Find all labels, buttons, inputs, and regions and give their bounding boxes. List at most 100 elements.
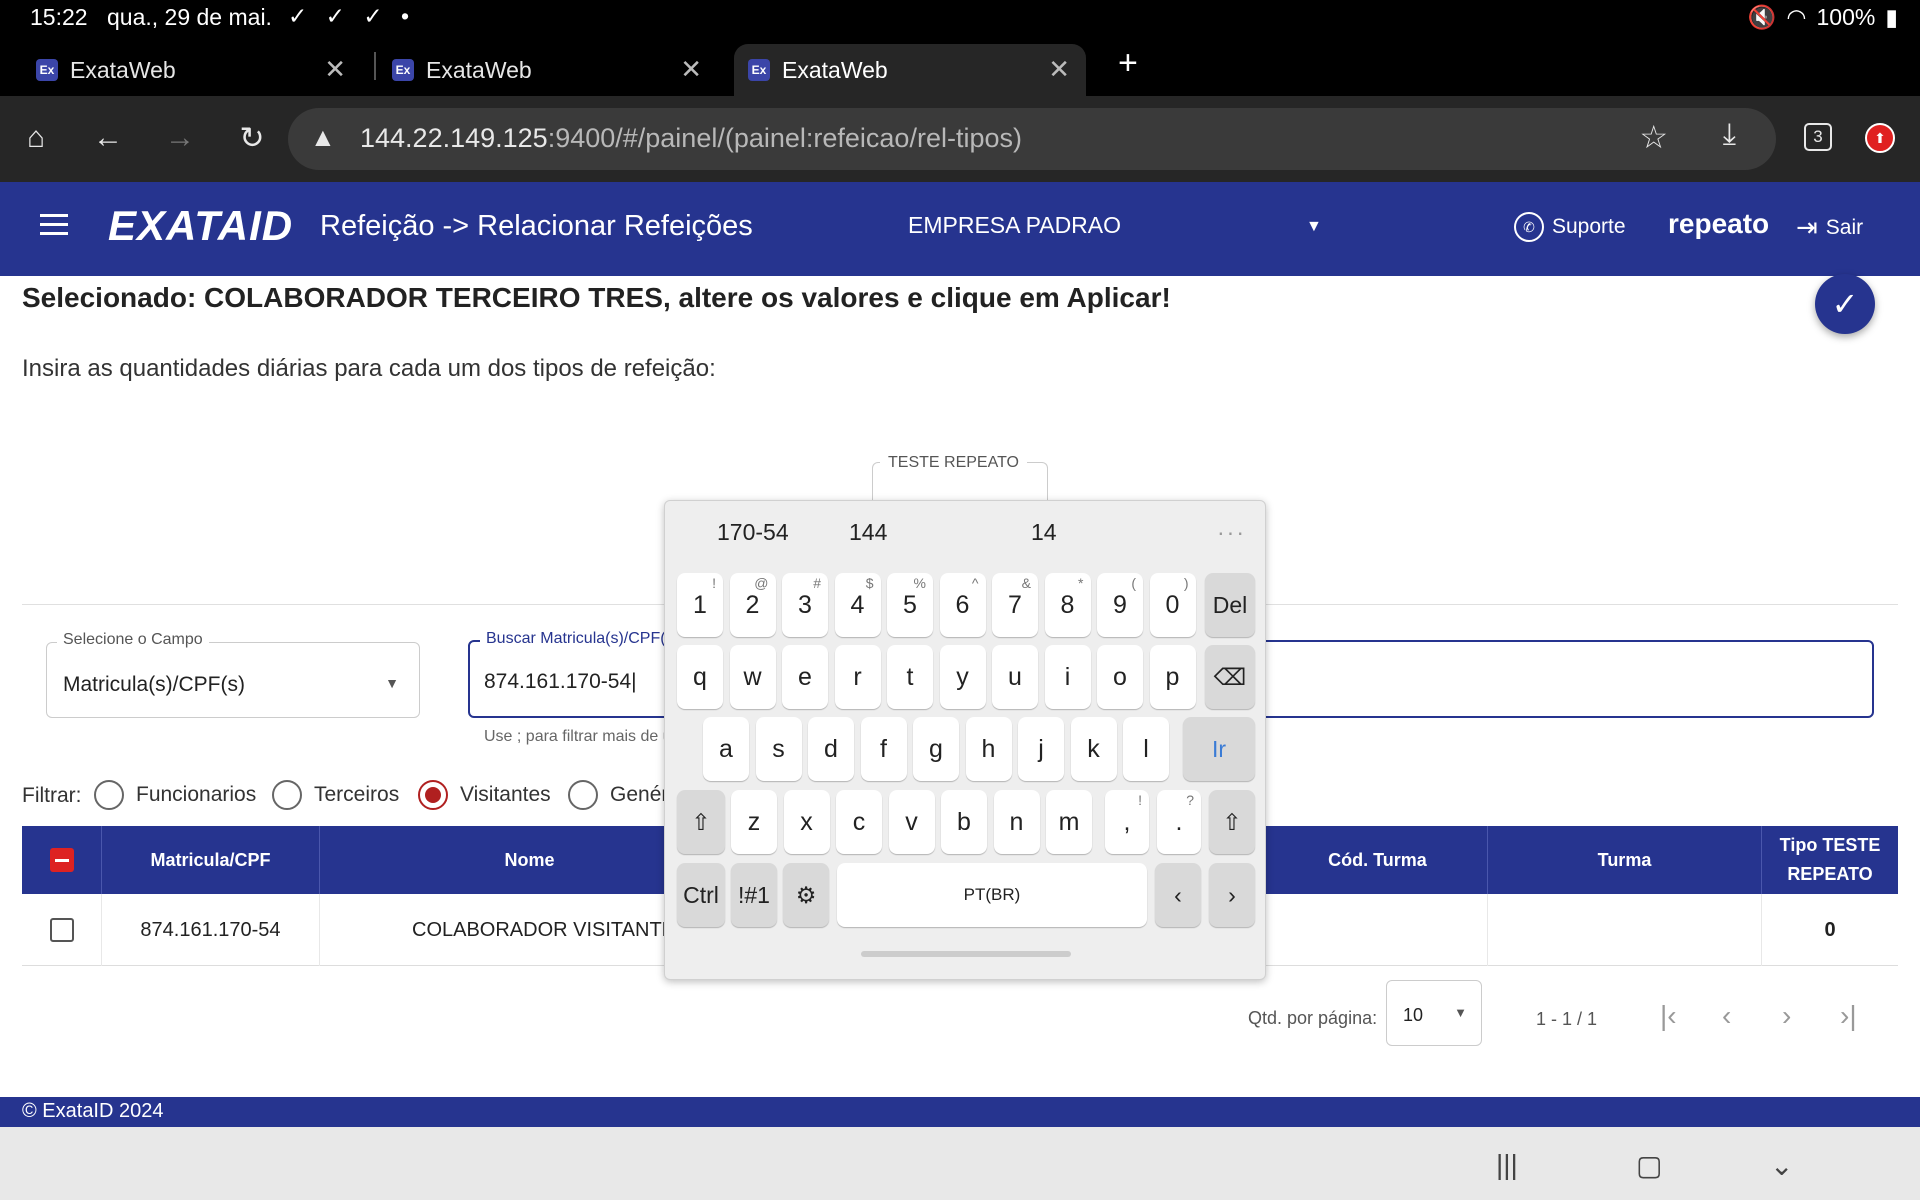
key-ctrl[interactable]: Ctrl: [677, 863, 725, 927]
browser-tab-3[interactable]: Ex ExataWeb ✕: [734, 44, 1086, 96]
key-9[interactable]: 9(: [1097, 573, 1143, 637]
key-x[interactable]: x: [783, 790, 830, 854]
key-i[interactable]: i: [1044, 645, 1091, 709]
radio-terceiros[interactable]: Terceiros: [272, 780, 399, 810]
key-comma[interactable]: ,!: [1105, 790, 1149, 854]
key-a[interactable]: a: [703, 717, 749, 781]
browser-tab-1[interactable]: Ex ExataWeb ✕: [22, 44, 362, 96]
shift-right-icon[interactable]: ⇧: [1209, 790, 1255, 854]
key-4[interactable]: 4 $: [834, 573, 881, 637]
last-page-icon[interactable]: ›|: [1840, 1000, 1857, 1032]
suggestion-1[interactable]: 170-54: [717, 519, 789, 546]
company-select[interactable]: EMPRESA PADRAO: [908, 212, 1121, 239]
select-all-checkbox[interactable]: [50, 848, 74, 872]
first-page-icon[interactable]: |‹: [1660, 1000, 1677, 1032]
browser-tab-2[interactable]: Ex ExataWeb ✕: [378, 44, 718, 96]
settings-icon[interactable]: ⚙: [783, 863, 829, 927]
key-y[interactable]: y: [939, 645, 986, 709]
next-page-icon[interactable]: ›: [1782, 1000, 1791, 1032]
key-b[interactable]: b: [941, 790, 987, 854]
key-z[interactable]: z: [731, 790, 777, 854]
key-3[interactable]: 3 #: [782, 573, 828, 637]
arrow-left-icon[interactable]: ‹: [1155, 863, 1201, 927]
apply-button[interactable]: ✓: [1815, 274, 1875, 334]
suggestion-3[interactable]: 14: [1031, 519, 1057, 546]
radio-visitantes[interactable]: Visitantes: [418, 780, 551, 810]
key-period[interactable]: .?: [1157, 790, 1201, 854]
recents-icon[interactable]: |||: [1496, 1149, 1518, 1181]
home-nav-icon[interactable]: ▢: [1636, 1149, 1662, 1182]
row-checkbox[interactable]: [50, 918, 74, 942]
key-1-label: 1: [693, 590, 707, 619]
menu-icon[interactable]: [40, 214, 68, 241]
key-l[interactable]: l: [1123, 717, 1169, 781]
key-t[interactable]: t: [887, 645, 933, 709]
header-turma[interactable]: Turma: [1488, 826, 1762, 894]
reload-icon[interactable]: ↻: [230, 116, 274, 160]
back-nav-icon[interactable]: ⌄: [1770, 1149, 1793, 1182]
key-h[interactable]: h: [965, 717, 1012, 781]
key-f[interactable]: f: [860, 717, 907, 781]
key-space[interactable]: PT(BR): [837, 863, 1147, 927]
key-s[interactable]: s: [755, 717, 802, 781]
radio-label: Genér: [610, 783, 669, 806]
close-icon[interactable]: ✕: [1048, 54, 1070, 85]
home-icon[interactable]: ⌂: [14, 116, 58, 160]
key-7[interactable]: 7 &: [992, 573, 1038, 637]
key-symbols[interactable]: !#1: [731, 863, 777, 927]
key-j[interactable]: j: [1018, 717, 1064, 781]
key-q[interactable]: q: [677, 645, 723, 709]
key-2[interactable]: 2 @: [729, 573, 776, 637]
key-m[interactable]: m: [1046, 790, 1092, 854]
close-icon[interactable]: ✕: [324, 54, 346, 85]
key-v[interactable]: v: [888, 790, 935, 854]
keyboard-handle[interactable]: [861, 951, 1071, 957]
key-del[interactable]: Del: [1205, 573, 1255, 637]
close-icon[interactable]: ✕: [680, 54, 702, 85]
key-go[interactable]: Ir: [1183, 717, 1255, 781]
back-icon[interactable]: ←: [86, 116, 130, 160]
profile-icon[interactable]: ⬆: [1865, 123, 1895, 153]
key-8[interactable]: 8 *: [1044, 573, 1091, 637]
key-w[interactable]: w: [729, 645, 776, 709]
bookmark-star-icon[interactable]: ☆: [1639, 118, 1668, 156]
key-r[interactable]: r: [834, 645, 881, 709]
previous-page-icon[interactable]: ‹: [1722, 1000, 1731, 1032]
key-n[interactable]: n: [993, 790, 1040, 854]
more-icon[interactable]: ···: [1217, 519, 1246, 546]
key-5[interactable]: 5%: [887, 573, 933, 637]
key-e[interactable]: e: [782, 645, 828, 709]
per-page-select[interactable]: 10 ▼: [1386, 980, 1482, 1046]
radio-genericos[interactable]: Genér: [568, 780, 668, 810]
key-u[interactable]: u: [992, 645, 1038, 709]
tab-count-button[interactable]: 3: [1804, 123, 1832, 151]
header-cod-turma[interactable]: Cód. Turma: [1268, 826, 1488, 894]
arrow-right-icon[interactable]: ›: [1209, 863, 1255, 927]
suggestion-2[interactable]: 144: [849, 519, 887, 546]
key-6[interactable]: 6 ^: [939, 573, 986, 637]
download-icon[interactable]: ⤓: [1723, 118, 1736, 152]
header-tipo[interactable]: Tipo TESTE REPEATO: [1762, 826, 1898, 894]
forward-icon[interactable]: →: [158, 116, 202, 160]
key-g[interactable]: g: [913, 717, 959, 781]
chevron-down-icon[interactable]: ▼: [1306, 218, 1322, 236]
address-bar[interactable]: ▲ 144.22.149.125:9400/#/painel/(painel:r…: [288, 108, 1776, 170]
backspace-icon[interactable]: ⌫: [1205, 645, 1255, 709]
field-select[interactable]: Selecione o Campo Matricula(s)/CPF(s) ▼: [46, 631, 420, 718]
instruction-text: Insira as quantidades diárias para cada …: [22, 355, 716, 382]
key-c[interactable]: c: [836, 790, 882, 854]
header-matricula[interactable]: Matricula/CPF: [102, 826, 320, 894]
warning-icon[interactable]: ▲: [310, 122, 336, 153]
key-d[interactable]: d: [808, 717, 854, 781]
key-o[interactable]: o: [1097, 645, 1143, 709]
key-1[interactable]: 1!: [677, 573, 723, 637]
key-p[interactable]: p: [1149, 645, 1196, 709]
cell-tipo[interactable]: 0: [1762, 894, 1898, 966]
support-button[interactable]: ✆ Suporte: [1514, 212, 1626, 242]
key-k[interactable]: k: [1070, 717, 1117, 781]
radio-funcionarios[interactable]: Funcionarios: [94, 780, 256, 810]
logout-button[interactable]: ⇥ Sair: [1796, 212, 1863, 243]
key-0[interactable]: 0): [1149, 573, 1196, 637]
new-tab-icon[interactable]: +: [1118, 44, 1138, 83]
shift-icon[interactable]: ⇧: [677, 790, 725, 854]
